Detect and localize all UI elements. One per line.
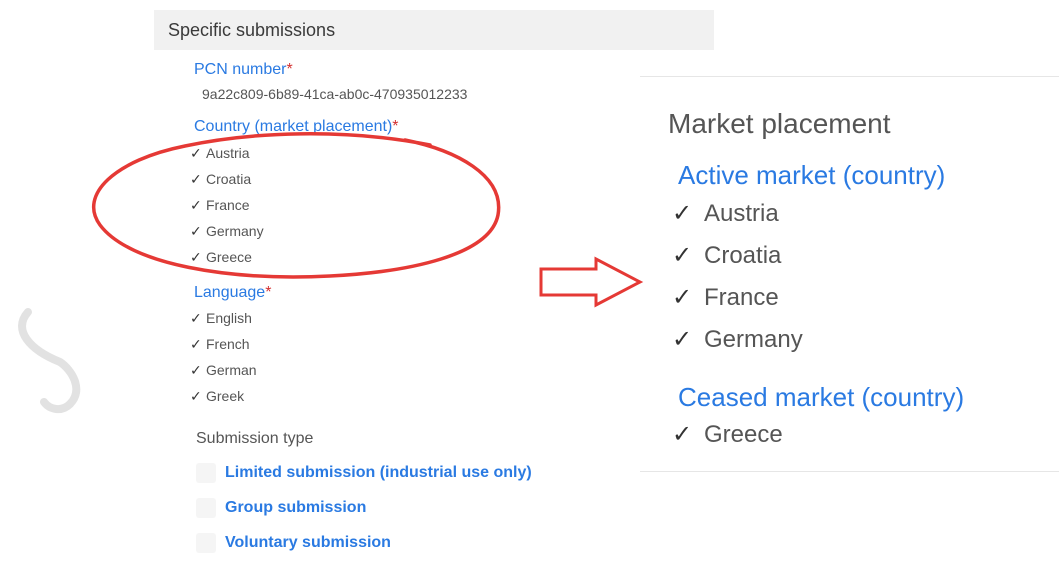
watermark-stroke: [18, 308, 81, 413]
highlight-ellipse: [92, 132, 501, 279]
arrow-right-icon: [539, 256, 644, 308]
annotation-overlay: [18, 132, 644, 413]
